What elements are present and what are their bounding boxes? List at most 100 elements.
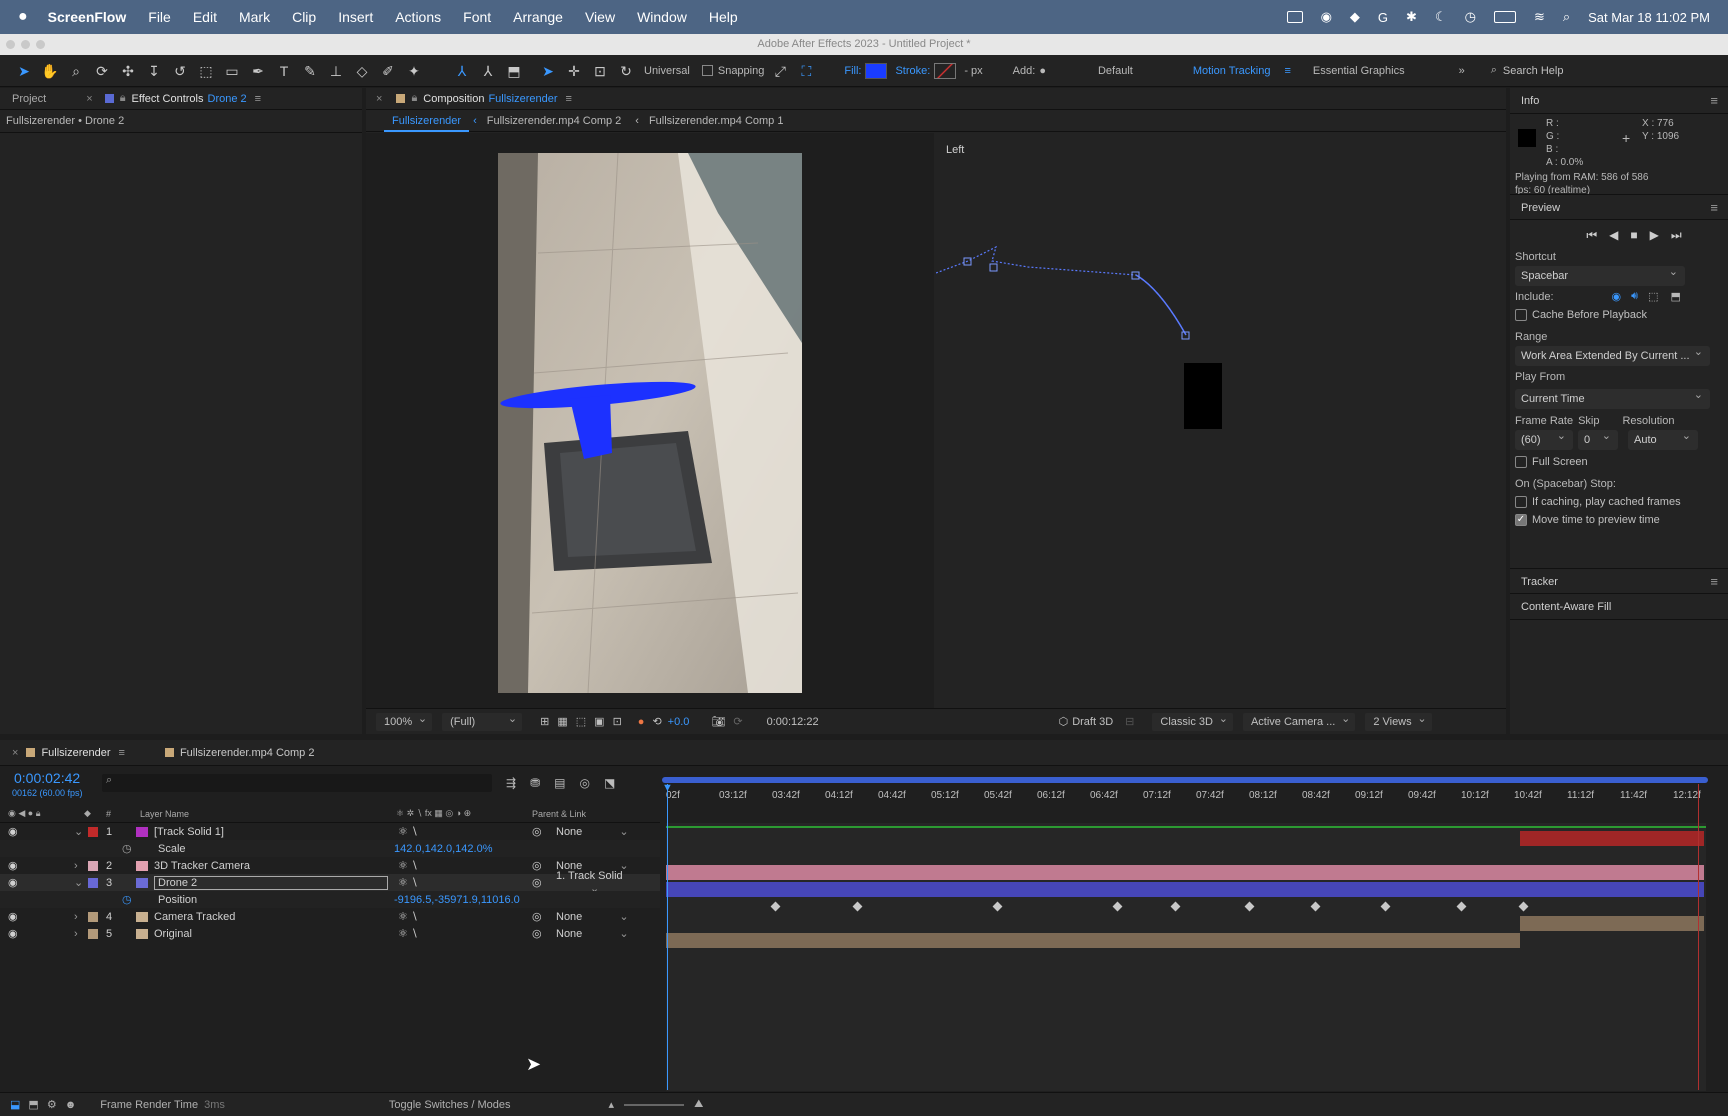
next-frame-icon[interactable]: ▶ bbox=[1650, 228, 1659, 243]
close-project-tab-icon[interactable]: × bbox=[86, 93, 92, 105]
type-tool-icon[interactable]: T bbox=[274, 63, 294, 79]
last-frame-icon[interactable]: ⏭ bbox=[1671, 228, 1682, 243]
track-area[interactable] bbox=[666, 823, 1706, 1091]
ifcaching-checkbox[interactable] bbox=[1515, 496, 1527, 508]
pan-tool-icon[interactable]: ✣ bbox=[118, 63, 138, 79]
pickwhip-icon[interactable]: ◎ bbox=[532, 859, 542, 872]
menu-view[interactable]: View bbox=[585, 9, 615, 25]
layer-switch-icons[interactable]: ⚛ ∖ bbox=[398, 876, 418, 889]
clone-stamp-tool-icon[interactable]: ⊥ bbox=[326, 63, 346, 79]
stop-icon[interactable]: ■ bbox=[1630, 228, 1637, 243]
zoom-window-button[interactable] bbox=[36, 40, 45, 49]
stopwatch-icon[interactable]: ◷ bbox=[122, 893, 132, 906]
bluetooth-icon[interactable]: ✱ bbox=[1406, 9, 1417, 25]
keyframe-diamond[interactable] bbox=[992, 901, 1003, 912]
track-bar-drone[interactable] bbox=[666, 882, 1704, 897]
workspace-overflow-icon[interactable]: » bbox=[1459, 65, 1465, 77]
snapping-checkbox[interactable] bbox=[701, 65, 713, 76]
close-timeline-tab-icon[interactable]: × bbox=[12, 747, 18, 759]
menu-actions[interactable]: Actions bbox=[395, 9, 441, 25]
guides-icon[interactable]: ⊡ bbox=[613, 715, 622, 728]
full-screen-option[interactable]: Full Screen bbox=[1515, 456, 1728, 468]
exposure-value[interactable]: +0.0 bbox=[668, 716, 690, 728]
label-color-swatch[interactable] bbox=[88, 911, 98, 922]
rotate-tool-icon[interactable]: ↺ bbox=[170, 63, 190, 79]
layer-switch-icons[interactable]: ⚛ ∖ bbox=[398, 910, 418, 923]
workspace-menu-icon[interactable]: ≡ bbox=[1284, 65, 1290, 77]
content-aware-header[interactable]: Content-Aware Fill bbox=[1510, 594, 1728, 620]
twirl-icon[interactable]: › bbox=[74, 928, 78, 940]
stopwatch-icon[interactable]: ◷ bbox=[122, 842, 132, 855]
label-color-swatch[interactable] bbox=[88, 826, 98, 837]
region-icon[interactable]: ⊞ bbox=[540, 715, 549, 728]
menu-clip[interactable]: Clip bbox=[292, 9, 316, 25]
pickwhip-icon[interactable]: ◎ bbox=[532, 927, 542, 940]
zoom-in-icon[interactable]: ⛰ bbox=[694, 1098, 703, 1111]
keyframe-diamond[interactable] bbox=[1518, 901, 1529, 912]
orbit-tool-icon[interactable]: ⟳ bbox=[92, 63, 112, 79]
eye-icon[interactable]: ◉ bbox=[8, 859, 18, 872]
include-export-icon[interactable]: ⬒ bbox=[1670, 290, 1680, 303]
parent-col[interactable]: Parent & Link bbox=[532, 809, 586, 819]
tab-project[interactable]: Project bbox=[12, 93, 46, 105]
property-value[interactable]: 142.0,142.0,142.0% bbox=[394, 843, 492, 855]
frame-blending-icon[interactable]: ◎ bbox=[579, 776, 589, 790]
crumb-comp1[interactable]: Fullsizerender.mp4 Comp 1 bbox=[649, 115, 784, 127]
preview-menu-icon[interactable]: ≡ bbox=[1710, 195, 1718, 221]
menu-edit[interactable]: Edit bbox=[193, 9, 217, 25]
rotate-3d-icon[interactable]: ↻ bbox=[616, 63, 636, 79]
move-3d-icon[interactable]: ✛ bbox=[564, 63, 584, 79]
reset-exposure-icon[interactable]: ⟲ bbox=[652, 715, 661, 728]
framerate-dropdown[interactable]: (60) bbox=[1515, 426, 1573, 450]
close-window-button[interactable] bbox=[6, 40, 15, 49]
close-comp-tab-icon[interactable]: × bbox=[376, 93, 382, 105]
movetime-checkbox[interactable]: ✓ bbox=[1515, 514, 1527, 526]
move-time-option[interactable]: ✓ Move time to preview time bbox=[1515, 514, 1728, 526]
record-icon[interactable]: ◉ bbox=[1321, 9, 1332, 25]
layer-name[interactable]: 3D Tracker Camera bbox=[154, 860, 250, 872]
layer-row[interactable]: ◉ ⌄ 3 Drone 2 ⚛ ∖ ◎ 1. Track Solid ⌄ bbox=[0, 870, 660, 895]
comp-panel-menu-icon[interactable]: ≡ bbox=[566, 93, 572, 105]
layer-name[interactable]: [Track Solid 1] bbox=[154, 826, 224, 838]
twirl-icon[interactable]: ⌄ bbox=[74, 876, 83, 889]
fullscreen-checkbox[interactable] bbox=[1515, 456, 1527, 468]
spotlight-icon[interactable]: ⌕ bbox=[1563, 9, 1570, 25]
layer-name-col[interactable]: Layer Name bbox=[140, 809, 189, 819]
selection-tool-icon[interactable]: ➤ bbox=[14, 63, 34, 79]
eye-icon[interactable]: ◉ bbox=[8, 927, 18, 940]
stroke-swatch[interactable] bbox=[934, 62, 957, 79]
comp-tab-name[interactable]: Fullsizerender bbox=[488, 93, 557, 105]
layer-switch-icons[interactable]: ⚛ ∖ bbox=[398, 825, 418, 838]
work-area-bar[interactable] bbox=[662, 777, 1708, 783]
select-3d-icon[interactable]: ➤ bbox=[538, 63, 558, 79]
layer-switches-icon[interactable]: ⬓ bbox=[10, 1098, 20, 1111]
dropbox-icon[interactable]: ◆ bbox=[1350, 9, 1360, 25]
twirl-icon[interactable]: › bbox=[74, 911, 78, 923]
composition-mini-flowchart-icon[interactable]: ⇶ bbox=[506, 776, 516, 790]
moon-icon[interactable]: ☾ bbox=[1435, 9, 1447, 25]
pickwhip-icon[interactable]: ◎ bbox=[532, 825, 542, 838]
property-value[interactable]: -9196.5,-35971.9,11016.0 bbox=[394, 894, 520, 906]
keyframe-diamond[interactable] bbox=[852, 901, 863, 912]
search-help-input[interactable]: Search Help bbox=[1503, 62, 1653, 80]
comp-lock-icon[interactable]: 🔒︎ bbox=[411, 92, 417, 105]
grid-icon[interactable]: ▣ bbox=[594, 715, 604, 728]
timeline-menu-icon[interactable]: ≡ bbox=[119, 747, 125, 759]
datetime[interactable]: Sat Mar 18 11:02 PM bbox=[1588, 10, 1710, 25]
layer-row[interactable]: ◉ › 4 Camera Tracked ⚛ ∖ ◎ None ⌄ bbox=[0, 908, 660, 925]
battery-icon[interactable] bbox=[1493, 11, 1516, 23]
resolution-dropdown[interactable]: (Full) bbox=[442, 712, 523, 731]
dolly-tool-icon[interactable]: ↧ bbox=[144, 63, 164, 79]
menu-font[interactable]: Font bbox=[463, 9, 491, 25]
color-channels-icon[interactable]: ● bbox=[638, 716, 645, 728]
menu-window[interactable]: Window bbox=[637, 9, 687, 25]
prev-frame-icon[interactable]: ◀ bbox=[1609, 228, 1618, 243]
eraser-tool-icon[interactable]: ◇ bbox=[352, 63, 372, 79]
menu-arrange[interactable]: Arrange bbox=[513, 9, 563, 25]
skip-dropdown[interactable]: 0 bbox=[1578, 426, 1618, 450]
parent-dropdown[interactable]: None ⌄ bbox=[556, 927, 629, 940]
snapshot-icon[interactable]: 📷︎ bbox=[711, 715, 725, 728]
track-bar-original[interactable] bbox=[666, 933, 1520, 948]
label-color-swatch[interactable] bbox=[88, 928, 98, 939]
playhead-handle-icon[interactable]: ▼ bbox=[662, 782, 673, 794]
